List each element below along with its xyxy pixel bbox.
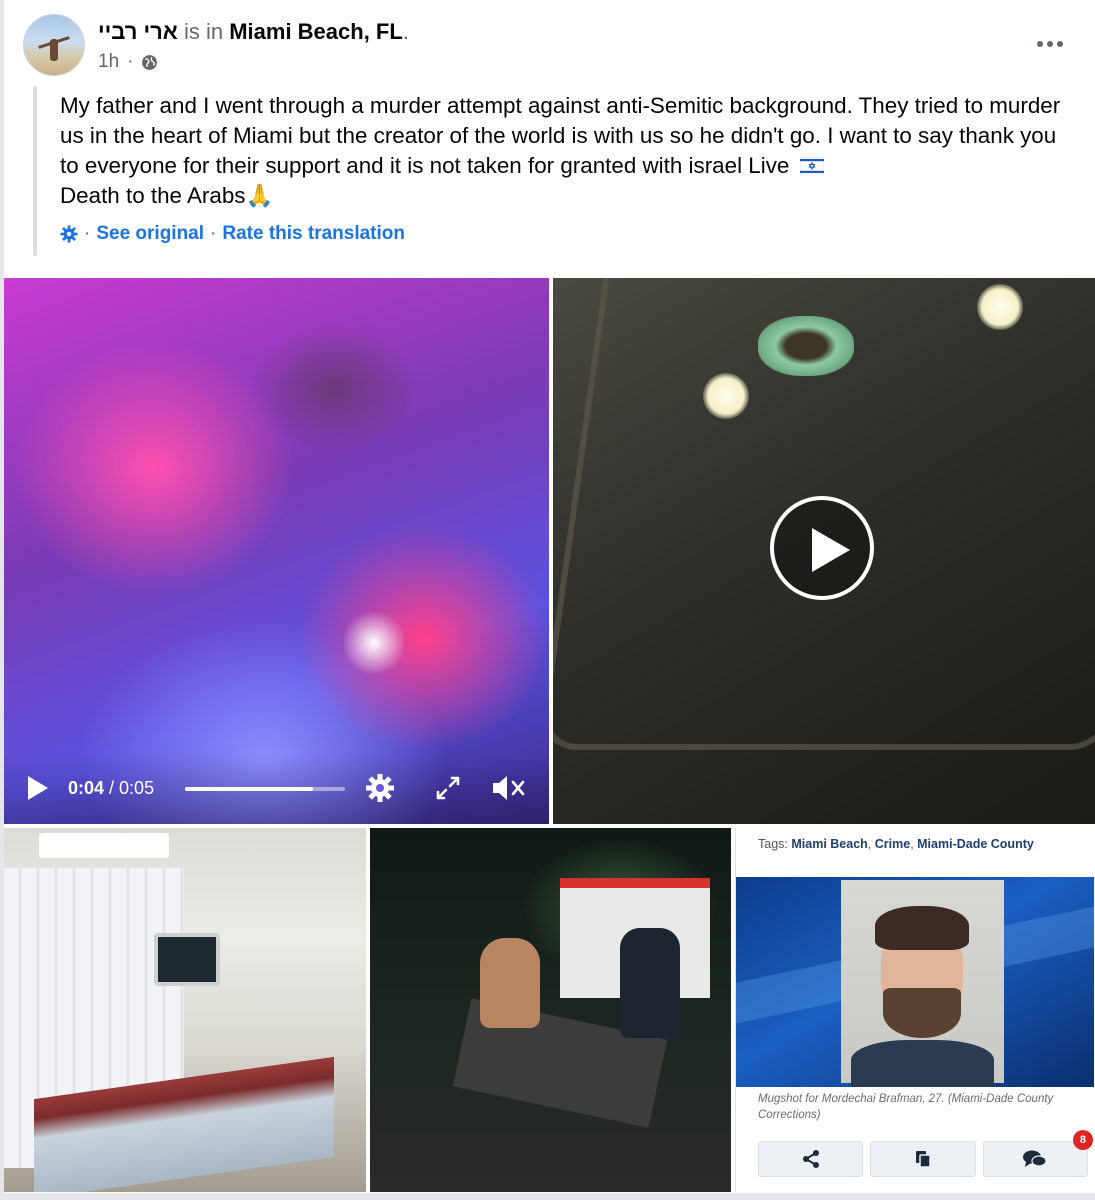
mugshot-hair xyxy=(875,906,969,950)
header-period: . xyxy=(402,19,409,44)
patient-figure xyxy=(480,938,540,1028)
video-controls: 0:04 / 0:05 xyxy=(4,752,549,824)
copy-icon xyxy=(915,1151,931,1168)
author-name[interactable]: ארי רביי xyxy=(98,19,178,44)
tag-link[interactable]: Miami Beach xyxy=(791,837,867,851)
progress-scrubber[interactable] xyxy=(185,787,345,791)
post-header: ארי רביי is in Miami Beach, FL. xyxy=(98,19,409,45)
video-tile-2[interactable] xyxy=(553,278,1095,824)
copy-button[interactable] xyxy=(870,1141,976,1177)
current-time: 0:04 xyxy=(68,778,105,798)
mugshot-beard xyxy=(883,988,961,1038)
translation-quote-bar xyxy=(33,86,37,256)
tag-link[interactable]: Crime xyxy=(875,837,910,851)
more-dot xyxy=(1037,41,1043,47)
translation-separator: · xyxy=(210,223,217,244)
post-body: My father and I went through a murder at… xyxy=(60,91,1075,211)
tag-separator: , xyxy=(867,837,875,851)
tag-link[interactable]: Miami-Dade County xyxy=(917,837,1034,851)
video-tile-1[interactable]: 0:04 / 0:05 xyxy=(4,278,549,824)
light-reflection xyxy=(703,373,749,419)
video-time: 0:04 / 0:05 xyxy=(68,778,154,799)
tags-label: Tags: xyxy=(758,837,788,851)
play-triangle xyxy=(812,528,850,572)
avatar-figure xyxy=(50,39,58,61)
mute-icon[interactable] xyxy=(490,772,526,804)
mugshot-caption: Mugshot for Mordechai Brafman, 27. (Miam… xyxy=(758,1093,1054,1121)
comments-icon xyxy=(1023,1150,1047,1167)
bottom-border xyxy=(0,1193,1095,1200)
mugshot-shirt xyxy=(851,1040,994,1087)
light-reflection xyxy=(977,284,1023,330)
ceiling-light xyxy=(39,833,169,858)
translation-bar: · See original · Rate this translation xyxy=(60,223,405,245)
location-link[interactable]: Miami Beach, FL xyxy=(229,19,403,44)
fullscreen-icon[interactable] xyxy=(434,774,462,802)
mugshot-photo xyxy=(841,880,1004,1087)
share-button[interactable] xyxy=(758,1141,864,1177)
share-icon xyxy=(802,1150,819,1168)
rate-translation-link[interactable]: Rate this translation xyxy=(222,223,405,245)
post-timestamp[interactable]: 1h xyxy=(98,51,119,73)
news-tags: Tags: Miami Beach, Crime, Miami-Dade Cou… xyxy=(758,837,1034,851)
comments-button[interactable]: 8 xyxy=(982,1130,1093,1177)
duration: 0:05 xyxy=(119,778,155,798)
play-circle-icon[interactable] xyxy=(770,496,874,600)
post-text: My father and I went through a murder at… xyxy=(60,93,1061,178)
photo-tile-ambulance[interactable] xyxy=(370,828,731,1192)
medic-figure xyxy=(620,928,680,1038)
more-dot xyxy=(1057,41,1063,47)
play-icon[interactable] xyxy=(28,776,48,800)
globe-icon[interactable] xyxy=(141,54,158,71)
video-light-glare xyxy=(344,608,404,678)
news-action-bar: 8 xyxy=(758,1130,1093,1177)
post-meta: 1h · xyxy=(98,51,158,73)
news-card-tile[interactable]: Tags: Miami Beach, Crime, Miami-Dade Cou… xyxy=(735,828,1095,1192)
photo-tile-hospital[interactable] xyxy=(4,828,366,1192)
more-dot xyxy=(1047,41,1053,47)
settings-gear-icon[interactable] xyxy=(364,772,396,804)
more-options-icon[interactable] xyxy=(1032,30,1068,58)
mugshot-banner xyxy=(736,877,1094,1087)
israel-flag-icon xyxy=(799,157,824,175)
see-original-link[interactable]: See original xyxy=(96,223,204,245)
patient-monitor xyxy=(154,933,220,986)
translation-separator: · xyxy=(84,223,91,244)
progress-fill xyxy=(185,787,313,791)
bullet-hole xyxy=(758,316,854,376)
time-separator: / xyxy=(104,778,120,798)
post-text-continued: Death to the Arabs🙏 xyxy=(60,183,274,208)
comment-count-badge: 8 xyxy=(1072,1130,1093,1150)
author-avatar[interactable] xyxy=(23,14,85,76)
location-connector: is in xyxy=(183,19,224,44)
gear-icon[interactable] xyxy=(60,225,78,243)
